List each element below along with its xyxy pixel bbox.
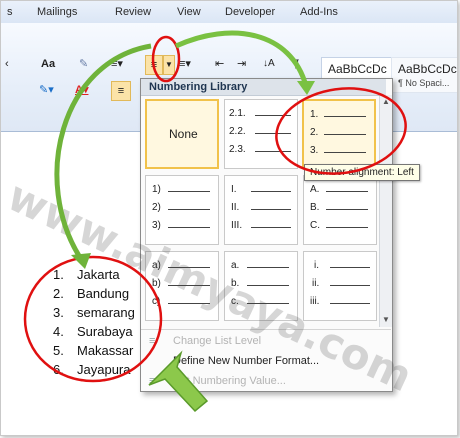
change-case-button[interactable]: Aa: [41, 55, 55, 73]
tab-mailings[interactable]: Mailings: [37, 6, 77, 18]
multilevel-list-icon[interactable]: ≡▾: [179, 55, 191, 73]
numbering-roman-upper[interactable]: I. II. III.: [224, 175, 298, 245]
increase-indent-icon[interactable]: ⇥: [237, 55, 246, 73]
list-item[interactable]: 1. Jakarta: [53, 267, 120, 282]
tab-partial[interactable]: s: [7, 6, 13, 18]
numbering-library-header: Numbering Library: [141, 79, 386, 96]
numbering-value-icon: ≡: [149, 375, 156, 387]
highlight-icon[interactable]: ✎▾: [39, 81, 54, 99]
ribbon-tab-bar: s Mailings Review View Developer Add-Ins: [1, 1, 457, 24]
tab-add-ins[interactable]: Add-Ins: [300, 6, 338, 18]
dropdown-scrollbar[interactable]: ▲ ▼: [379, 95, 392, 327]
numbering-icon[interactable]: ≡: [145, 55, 163, 75]
tab-review[interactable]: Review: [115, 6, 151, 18]
scroll-down-icon[interactable]: ▼: [382, 315, 390, 324]
word-window: s Mailings Review View Developer Add-Ins…: [0, 0, 458, 436]
clear-format-icon[interactable]: ✎: [79, 55, 88, 73]
numbering-alpha-upper[interactable]: A. B. C.: [303, 175, 377, 245]
tab-view[interactable]: View: [177, 6, 201, 18]
scroll-up-icon[interactable]: ▲: [382, 97, 390, 106]
numbering-decimal-multilevel[interactable]: 2.1. 2.2. 2.3.: [224, 99, 298, 169]
decrease-indent-icon[interactable]: ⇤: [215, 55, 224, 73]
style-preview: AaBbCcDc: [328, 62, 387, 76]
tab-developer[interactable]: Developer: [225, 6, 275, 18]
numbering-decimal-dot[interactable]: 1. 2. 3.: [302, 99, 376, 169]
pilcrow-icon[interactable]: ¶: [293, 55, 299, 73]
list-item[interactable]: 6. Jayapura: [53, 362, 130, 377]
numbering-dropdown-chevron-icon[interactable]: ▼: [163, 55, 175, 75]
sort-icon[interactable]: ↓A: [263, 55, 275, 73]
numbering-none[interactable]: None: [145, 99, 219, 169]
bullets-icon[interactable]: ≡▾: [111, 55, 123, 73]
align-left-icon[interactable]: ≡: [111, 81, 131, 101]
list-level-icon: ≡: [149, 335, 156, 347]
style-name: ¶ No Spaci...: [398, 78, 450, 88]
alignment-tooltip: Number alignment: Left: [304, 164, 420, 181]
list-item[interactable]: 5. Makassar: [53, 343, 133, 358]
list-item[interactable]: 4. Surabaya: [53, 324, 133, 339]
style-preview: AaBbCcDc: [398, 62, 457, 76]
list-item[interactable]: 3. semarang: [53, 305, 135, 320]
font-color-icon[interactable]: A▾: [75, 81, 88, 99]
font-size-chevron-icon[interactable]: ‹: [5, 55, 9, 73]
list-item[interactable]: 2. Bandung: [53, 286, 129, 301]
style-no-spacing[interactable]: AaBbCcDc ¶ No Spaci...: [391, 57, 457, 93]
